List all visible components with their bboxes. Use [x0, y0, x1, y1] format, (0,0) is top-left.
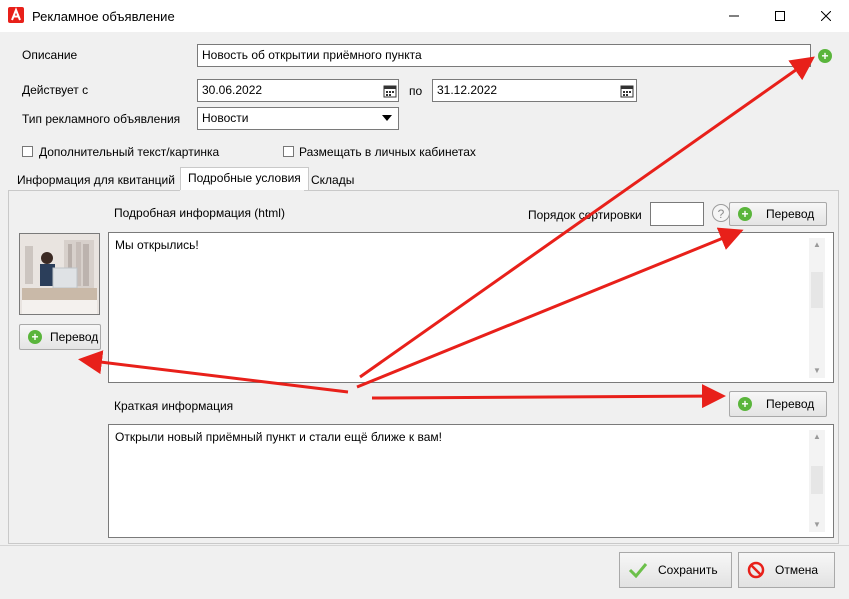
- html-info-scrollbar[interactable]: ▲ ▼: [809, 238, 825, 378]
- short-translate-button[interactable]: + Перевод: [729, 391, 827, 417]
- description-label: Описание: [22, 48, 78, 62]
- personal-cabinets-checkbox[interactable]: [283, 146, 294, 157]
- extra-text-checkbox[interactable]: [22, 146, 33, 157]
- dropdown-arrow-icon: [382, 115, 392, 121]
- footer-divider: [0, 545, 849, 546]
- sort-order-label: Порядок сортировки: [528, 208, 642, 222]
- save-label: Сохранить: [658, 563, 718, 577]
- checkmark-icon: [628, 563, 648, 578]
- cancel-label: Отмена: [775, 563, 819, 577]
- add-icon: +: [738, 207, 752, 221]
- calendar-icon[interactable]: [383, 84, 397, 98]
- close-icon: [821, 11, 831, 21]
- scroll-down-icon[interactable]: ▼: [809, 518, 825, 532]
- scroll-thumb[interactable]: [811, 466, 823, 494]
- close-button[interactable]: [803, 0, 849, 32]
- scroll-up-icon[interactable]: ▲: [809, 430, 825, 444]
- image-thumbnail[interactable]: [19, 233, 100, 315]
- tab-detailed-terms[interactable]: Подробные условия: [180, 167, 309, 191]
- ad-type-label: Тип рекламного объявления: [22, 112, 181, 126]
- app-logo-icon: [8, 7, 24, 23]
- save-button[interactable]: Сохранить: [619, 552, 732, 588]
- short-translate-label: Перевод: [766, 397, 815, 411]
- tab-receipts-info[interactable]: Информация для квитанций: [9, 169, 183, 190]
- add-icon: +: [28, 330, 42, 344]
- valid-from-label: Действует с: [22, 83, 89, 97]
- html-info-text: Мы открылись!: [115, 238, 199, 252]
- valid-from-input[interactable]: 30.06.2022: [197, 79, 399, 102]
- valid-to-value: 31.12.2022: [437, 83, 498, 97]
- cancel-button[interactable]: Отмена: [738, 552, 835, 588]
- short-info-textarea[interactable]: Открыли новый приёмный пункт и стали ещё…: [108, 424, 834, 538]
- maximize-icon: [775, 11, 785, 21]
- window-title: Рекламное объявление: [32, 9, 175, 24]
- ad-type-value: Новости: [202, 111, 249, 125]
- sort-order-input[interactable]: [650, 202, 704, 226]
- personal-cabinets-label: Размещать в личных кабинетах: [299, 145, 476, 159]
- extra-text-label: Дополнительный текст/картинка: [39, 145, 220, 159]
- minimize-button[interactable]: [711, 0, 757, 32]
- valid-from-value: 30.06.2022: [202, 83, 263, 97]
- scroll-thumb[interactable]: [811, 272, 823, 308]
- add-icon: +: [738, 397, 752, 411]
- maximize-button[interactable]: [757, 0, 803, 32]
- promo-image: [20, 234, 99, 314]
- tab-warehouses[interactable]: Склады: [303, 169, 362, 190]
- add-description-icon[interactable]: +: [818, 49, 832, 63]
- image-translate-button[interactable]: + Перевод: [19, 324, 101, 350]
- help-icon[interactable]: ?: [712, 204, 730, 222]
- valid-to-input[interactable]: 31.12.2022: [432, 79, 637, 102]
- image-translate-label: Перевод: [50, 330, 99, 344]
- short-info-scrollbar[interactable]: ▲ ▼: [809, 430, 825, 532]
- scroll-down-icon[interactable]: ▼: [809, 364, 825, 378]
- description-input[interactable]: Новость об открытии приёмного пункта: [197, 44, 811, 67]
- html-translate-button[interactable]: + Перевод: [729, 202, 827, 226]
- html-info-label: Подробная информация (html): [114, 206, 285, 220]
- html-translate-label: Перевод: [766, 207, 815, 221]
- valid-to-label: по: [409, 84, 423, 98]
- html-info-textarea[interactable]: Мы открылись!: [108, 232, 834, 383]
- cancel-icon: [747, 561, 765, 579]
- short-info-text: Открыли новый приёмный пункт и стали ещё…: [115, 430, 443, 444]
- tab-divider: [8, 190, 180, 191]
- minimize-icon: [729, 15, 739, 17]
- ad-type-select[interactable]: Новости: [197, 107, 399, 130]
- scroll-up-icon[interactable]: ▲: [809, 238, 825, 252]
- title-bar: Рекламное объявление: [0, 0, 849, 32]
- calendar-icon[interactable]: [620, 84, 634, 98]
- tab-divider: [304, 190, 839, 191]
- short-info-label: Краткая информация: [114, 399, 234, 413]
